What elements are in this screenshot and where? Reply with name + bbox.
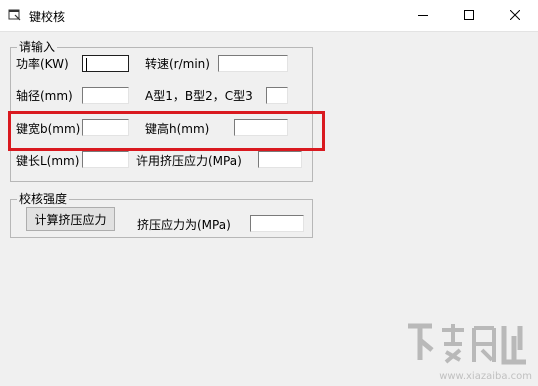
allowable-stress-label: 许用挤压应力(MPa) [136,154,242,168]
minimize-button[interactable] [400,0,446,31]
result-stress-label: 挤压应力为(MPa) [137,218,231,232]
minimize-icon [418,15,428,16]
speed-input[interactable] [218,55,288,72]
key-length-label: 键长L(mm) [16,154,80,168]
maximize-icon [464,10,474,20]
allowable-stress-input[interactable] [258,151,302,168]
power-input[interactable] [82,55,129,72]
key-type-input[interactable] [266,87,288,104]
watermark-logo: www.xiazaiba.com [402,320,532,382]
check-group-legend: 校核强度 [17,192,70,206]
maximize-button[interactable] [446,0,492,31]
shaft-diameter-input[interactable] [82,87,129,104]
title-bar: 键校核 [0,0,538,32]
key-type-label: A型1，B型2，C型3 [145,89,253,103]
close-icon [510,10,520,20]
window-title: 键校核 [29,10,66,24]
result-stress-output[interactable] [250,215,304,232]
speed-label: 转速(r/min) [145,57,210,71]
key-length-input[interactable] [82,151,129,168]
power-label: 功率(KW) [16,57,69,71]
close-button[interactable] [492,0,538,31]
highlight-box [8,111,325,151]
watermark-graphic [408,323,526,365]
calculate-stress-button[interactable]: 计算挤压应力 [26,207,115,231]
text-caret [86,58,87,71]
watermark-url: www.xiazaiba.com [439,371,532,382]
shaft-diameter-label: 轴径(mm) [16,89,73,103]
app-icon [8,9,21,21]
input-group-legend: 请输入 [17,40,58,54]
